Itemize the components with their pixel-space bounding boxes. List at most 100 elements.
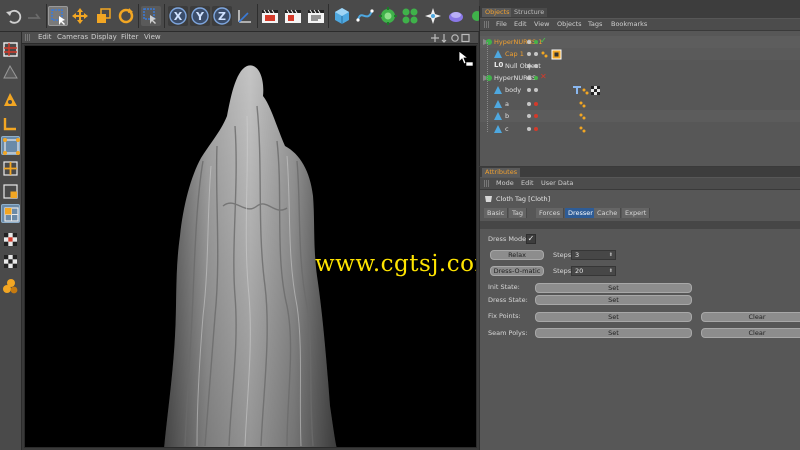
y-axis-icon[interactable]: Y [190,6,210,26]
edges-mode-icon[interactable] [1,159,20,178]
tab-dresser[interactable]: Dresser [565,208,597,218]
move-icon[interactable] [70,6,90,26]
render-dot[interactable] [534,114,538,118]
axis-mode-icon[interactable] [1,114,20,133]
attributes-menu-user-data[interactable]: User Data [541,179,573,187]
scene-icon[interactable] [446,6,466,26]
scale-icon[interactable] [93,6,113,26]
checker-icon[interactable] [1,230,20,249]
attributes-menu-edit[interactable]: Edit [521,179,534,187]
points-mode-icon[interactable] [1,136,20,155]
stepper-icon[interactable]: ⬍ [609,251,613,259]
visibility-dot[interactable] [527,114,531,118]
tag-icons[interactable] [572,85,616,96]
attributes-menu-mode[interactable]: Mode [496,179,514,187]
viewport-menu-filter[interactable]: Filter [121,33,138,41]
disabled-x-icon[interactable]: ✕ [540,72,547,81]
viewport-menu-display[interactable]: Display [91,33,117,41]
array-icon[interactable] [400,6,420,26]
viewport-menu-cameras[interactable]: Cameras [57,33,88,41]
undo-icon[interactable] [4,6,24,26]
render-view-icon[interactable] [260,6,280,26]
dress-mode-checkbox[interactable]: ✓ [526,234,536,244]
tab-forces[interactable]: Forces [536,208,564,218]
dress-state-set-button[interactable]: Set [535,295,692,305]
select-icon[interactable] [48,6,68,26]
seam-polys-set-button[interactable]: Set [535,328,692,338]
tab-expert[interactable]: Expert [622,208,651,218]
uv-mode-icon[interactable] [1,204,20,223]
object-row[interactable]: c [480,123,800,135]
objects-menu-view[interactable]: View [534,20,549,28]
init-state-set-button[interactable]: Set [535,283,692,293]
objects-menu-file[interactable]: File [496,20,507,28]
z-axis-icon[interactable]: Z [212,6,232,26]
object-row[interactable]: b [480,110,800,122]
object-mode-icon[interactable] [1,90,20,109]
object-row[interactable]: a [480,98,800,110]
viewport-menu-view[interactable]: View [144,33,161,41]
check-icon[interactable]: ✓ [540,36,547,45]
make-editable-icon[interactable] [1,40,20,59]
tag-icons[interactable] [578,111,588,122]
render-dot[interactable] [534,127,538,131]
visibility-dot[interactable] [527,102,531,106]
tag-icons[interactable] [578,124,588,135]
render-dot[interactable] [534,102,538,106]
objects-menu-tags[interactable]: Tags [588,20,602,28]
tab-basic[interactable]: Basic [484,208,509,218]
relax-steps-input[interactable]: 3 ⬍ [571,250,616,260]
rotate-icon[interactable] [116,6,136,26]
grip-icon[interactable] [484,180,490,187]
render-picture-viewer-icon[interactable] [283,6,303,26]
viewport-nav-icons[interactable] [431,33,477,43]
tab-structure[interactable]: Structure [511,8,548,17]
render-settings-icon[interactable] [306,6,326,26]
object-row[interactable]: L0 Null Object [480,60,800,72]
visibility-dot[interactable] [527,127,531,131]
fix-points-set-button[interactable]: Set [535,312,692,322]
seam-polys-clear-button[interactable]: Clear [701,328,800,338]
nurbs-icon[interactable] [378,6,398,26]
objects-menu-objects[interactable]: Objects [557,20,582,28]
visibility-dot[interactable] [527,40,531,44]
solo-icon[interactable] [1,252,20,271]
tag-icons[interactable] [540,49,570,60]
deformer-icon[interactable] [423,6,443,26]
visibility-dot[interactable] [527,76,531,80]
grip-icon[interactable] [25,34,31,41]
object-row[interactable]: body [480,84,800,96]
enabled-dot[interactable] [534,40,538,44]
tab-objects[interactable]: Objects [482,8,513,17]
dressomatic-steps-input[interactable]: 20 ⬍ [571,266,616,276]
polygons-mode-icon[interactable] [1,182,20,201]
spline-icon[interactable] [355,6,375,26]
stepper-icon[interactable]: ⬍ [609,267,613,275]
x-axis-icon[interactable]: X [168,6,188,26]
object-row[interactable]: HyperNURBS.1 ✓ [480,36,800,48]
grip-icon[interactable] [484,21,490,28]
tag-icons[interactable] [578,99,588,110]
viewport-menu-edit[interactable]: Edit [38,33,52,41]
redo-icon[interactable] [25,6,45,26]
object-row[interactable]: Cap 1 [480,48,800,60]
tab-tag[interactable]: Tag [509,208,528,218]
objects-menu-edit[interactable]: Edit [514,20,527,28]
viewport-3d[interactable]: www.cgtsj.com [24,45,477,448]
visibility-dot[interactable] [527,52,531,56]
enabled-dot[interactable] [534,76,538,80]
visibility-dot[interactable] [527,64,531,68]
world-coords-icon[interactable] [235,6,255,26]
render-dot[interactable] [534,64,538,68]
render-dot[interactable] [534,52,538,56]
tab-attributes[interactable]: Attributes [482,168,521,177]
recent-tool-icon[interactable] [141,6,161,26]
relax-button[interactable]: Relax [490,250,544,260]
objects-menu-bookmarks[interactable]: Bookmarks [611,20,647,28]
cube-icon[interactable] [332,6,352,26]
fix-points-clear-button[interactable]: Clear [701,312,800,322]
dress-o-matic-button[interactable]: Dress-O-matic [490,266,544,276]
snap-icon[interactable] [1,276,20,295]
object-row[interactable]: HyperNURBS ✕ [480,72,800,84]
visibility-dot[interactable] [527,88,531,92]
